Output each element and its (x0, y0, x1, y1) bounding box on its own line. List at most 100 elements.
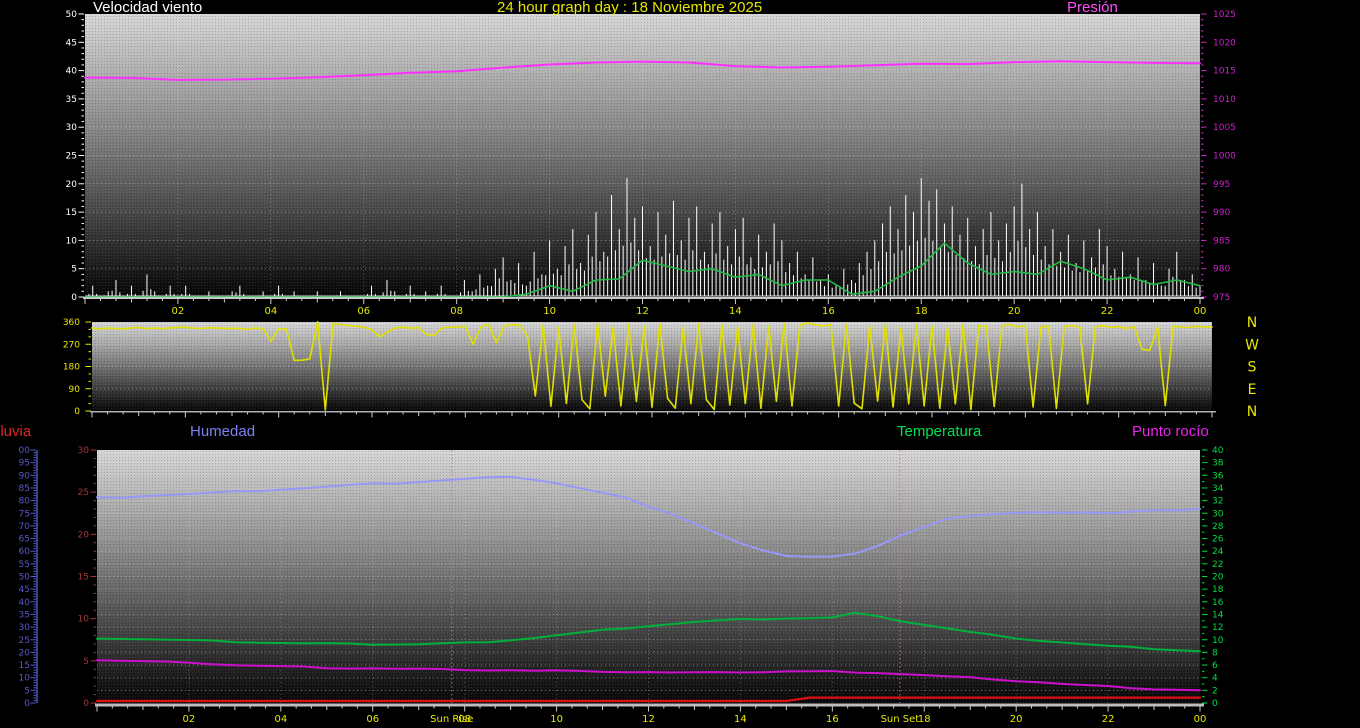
svg-text:E: E (1248, 382, 1257, 398)
svg-text:20: 20 (1010, 714, 1023, 725)
svg-text:0: 0 (83, 699, 89, 709)
svg-text:25: 25 (66, 152, 77, 162)
svg-text:10: 10 (78, 615, 90, 625)
svg-text:32: 32 (1212, 497, 1223, 507)
svg-text:2: 2 (1212, 686, 1218, 696)
svg-text:25: 25 (19, 636, 30, 646)
svg-text:0: 0 (71, 293, 77, 303)
svg-text:45: 45 (66, 38, 77, 48)
charts-canvas: 5045403530252015105010251020101510101005… (0, 0, 1360, 728)
svg-text:14: 14 (729, 306, 742, 317)
svg-text:20: 20 (1212, 573, 1224, 583)
svg-text:18: 18 (918, 714, 931, 725)
svg-text:12: 12 (1212, 623, 1223, 633)
svg-text:50: 50 (66, 10, 78, 20)
svg-text:35: 35 (66, 95, 77, 105)
svg-text:12: 12 (642, 714, 655, 725)
humidity-title: Humedad (190, 424, 255, 439)
svg-text:10: 10 (66, 236, 78, 246)
svg-text:30: 30 (78, 446, 90, 456)
svg-text:60: 60 (19, 547, 31, 557)
page-title: 24 hour graph day : 18 Noviembre 2025 (497, 0, 762, 15)
svg-text:30: 30 (19, 623, 31, 633)
svg-text:20: 20 (1008, 306, 1021, 317)
weather-24h-graph-screen: 5045403530252015105010251020101510101005… (0, 0, 1360, 728)
svg-text:20: 20 (78, 530, 90, 540)
svg-text:16: 16 (826, 714, 839, 725)
svg-text:995: 995 (1213, 180, 1230, 190)
svg-text:5: 5 (83, 657, 89, 667)
svg-text:1000: 1000 (1213, 152, 1236, 162)
svg-text:38: 38 (1212, 459, 1224, 469)
svg-text:18: 18 (915, 306, 928, 317)
svg-text:980: 980 (1213, 265, 1230, 275)
svg-text:45: 45 (19, 585, 30, 595)
dew-point-title: Punto rocío (1132, 424, 1209, 439)
svg-text:06: 06 (357, 306, 370, 317)
svg-text:1015: 1015 (1213, 67, 1236, 77)
svg-text:55: 55 (19, 560, 30, 570)
svg-text:0: 0 (1212, 699, 1218, 709)
svg-text:40: 40 (1212, 446, 1224, 456)
svg-text:04: 04 (274, 714, 287, 725)
svg-text:10: 10 (19, 674, 31, 684)
svg-text:30: 30 (66, 123, 78, 133)
svg-text:95: 95 (19, 459, 30, 469)
svg-text:02: 02 (183, 714, 196, 725)
svg-text:28: 28 (1212, 522, 1224, 532)
svg-text:30: 30 (1212, 509, 1224, 519)
wind-speed-panel: 5045403530252015105010251020101510101005… (66, 10, 1237, 317)
svg-text:270: 270 (63, 340, 80, 350)
svg-text:04: 04 (264, 306, 277, 317)
svg-text:16: 16 (822, 306, 835, 317)
svg-text:90: 90 (69, 385, 81, 395)
svg-text:40: 40 (19, 598, 31, 608)
svg-text:12: 12 (636, 306, 649, 317)
svg-text:65: 65 (19, 535, 30, 545)
svg-text:985: 985 (1213, 236, 1230, 246)
svg-text:0: 0 (74, 407, 80, 417)
svg-text:0: 0 (24, 699, 30, 709)
svg-text:02: 02 (172, 306, 185, 317)
svg-text:10: 10 (1212, 636, 1224, 646)
svg-text:5: 5 (24, 686, 30, 696)
svg-text:Sun Rise: Sun Rise (430, 714, 473, 725)
svg-text:34: 34 (1212, 484, 1224, 494)
svg-text:90: 90 (19, 471, 31, 481)
svg-text:36: 36 (1212, 471, 1224, 481)
svg-text:08: 08 (450, 306, 463, 317)
svg-text:10: 10 (543, 306, 556, 317)
svg-text:14: 14 (734, 714, 747, 725)
svg-text:1020: 1020 (1213, 38, 1236, 48)
svg-text:00: 00 (1194, 306, 1207, 317)
climate-panel: 0095908580757065605550454035302520151050… (19, 446, 1224, 725)
svg-text:5: 5 (71, 265, 77, 275)
svg-text:22: 22 (1102, 714, 1115, 725)
svg-text:8: 8 (1212, 648, 1218, 658)
svg-text:10: 10 (550, 714, 563, 725)
svg-text:18: 18 (1212, 585, 1224, 595)
svg-text:1010: 1010 (1213, 95, 1236, 105)
svg-text:15: 15 (78, 573, 89, 583)
svg-text:15: 15 (19, 661, 30, 671)
svg-text:22: 22 (1101, 306, 1114, 317)
wind-direction-panel: 360270180900NWSEN (63, 315, 1259, 420)
svg-text:25: 25 (78, 488, 89, 498)
svg-text:Sun Set: Sun Set (881, 714, 920, 725)
svg-text:15: 15 (66, 208, 77, 218)
svg-text:360: 360 (63, 318, 80, 328)
svg-text:06: 06 (366, 714, 379, 725)
wind-speed-title: Velocidad viento (93, 0, 202, 15)
svg-text:975: 975 (1213, 293, 1230, 303)
svg-text:22: 22 (1212, 560, 1223, 570)
svg-text:180: 180 (63, 363, 80, 373)
svg-text:1025: 1025 (1213, 10, 1236, 20)
svg-text:40: 40 (66, 67, 78, 77)
svg-text:16: 16 (1212, 598, 1224, 608)
svg-text:1005: 1005 (1213, 123, 1236, 133)
svg-text:00: 00 (1194, 714, 1207, 725)
svg-text:26: 26 (1212, 535, 1224, 545)
svg-text:990: 990 (1213, 208, 1230, 218)
temperature-title: Temperatura (897, 424, 981, 439)
svg-text:14: 14 (1212, 610, 1224, 620)
